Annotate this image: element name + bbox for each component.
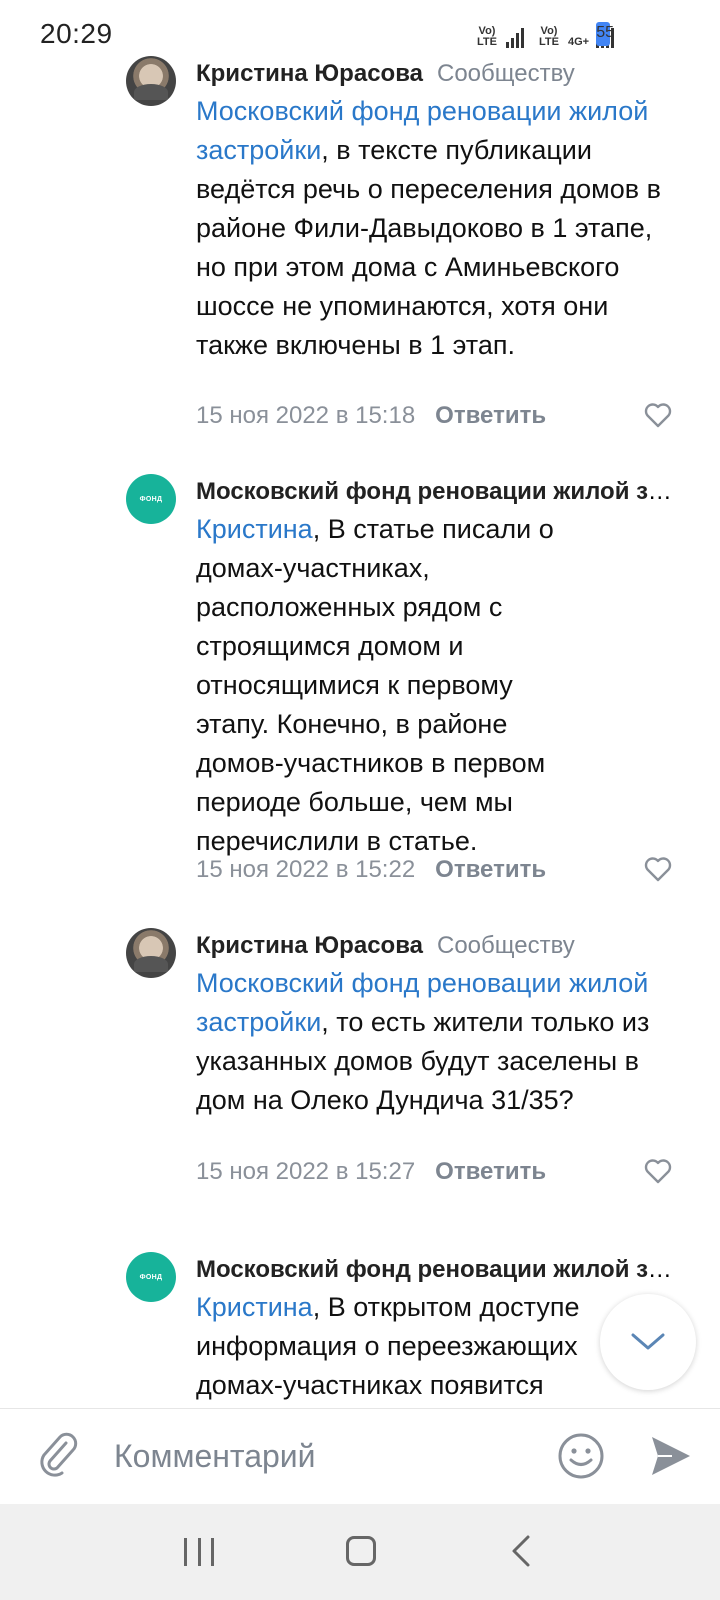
fund-logo-icon: ФОНД: [139, 1273, 163, 1281]
home-icon[interactable]: [346, 1536, 376, 1566]
avatar[interactable]: [126, 928, 176, 978]
comment-author[interactable]: Кристина Юрасова: [196, 932, 423, 959]
comment-author[interactable]: Московский фонд реновации жилой застройк…: [196, 1256, 684, 1283]
volte-sim1-icon: Vo) LTE: [477, 25, 497, 48]
paperclip-icon[interactable]: [36, 1429, 80, 1479]
recent-apps-icon[interactable]: [184, 1538, 214, 1566]
comment-header: Московский фонд реновации жилой застройк…: [196, 1256, 684, 1284]
heart-icon[interactable]: [644, 1158, 672, 1184]
comment-target: Сообществу: [436, 60, 575, 87]
comment-body: , в тексте публикации ведётся речь о пер…: [196, 135, 661, 360]
comment-body: , В статье писали о домах-участниках, ра…: [196, 514, 554, 856]
reply-button[interactable]: Ответить: [435, 402, 546, 429]
avatar[interactable]: ФОНД: [126, 1252, 176, 1302]
smiley-icon[interactable]: [556, 1431, 606, 1481]
comment-header: Кристина Юрасова Сообществу: [196, 932, 684, 960]
status-bar: 20:29 Vo) LTE Vo) LTE 4G+ 55: [0, 0, 720, 56]
comment-meta: 15 ноя 2022 в 15:18 Ответить: [196, 402, 546, 430]
comment-input[interactable]: [114, 1433, 534, 1479]
fund-logo-icon: ФОНД: [139, 495, 163, 503]
signal-sim1-icon: [506, 26, 524, 48]
network-type-icon: 4G+: [568, 36, 590, 48]
comment-text: Московский фонд реновации жилой застройк…: [196, 92, 666, 365]
comment-date: 15 ноя 2022 в 15:18: [196, 402, 416, 429]
reply-button[interactable]: Ответить: [435, 1158, 546, 1185]
heart-icon[interactable]: [644, 856, 672, 882]
comment-header: Московский фонд реновации жилой застройк…: [196, 478, 684, 506]
send-icon[interactable]: [648, 1433, 694, 1479]
volte-sim2-icon: Vo) LTE: [539, 25, 559, 48]
comment-target: Сообществу: [436, 932, 575, 959]
comment-header: Кристина Юрасова Сообществу: [196, 60, 684, 88]
heart-icon[interactable]: [644, 402, 672, 428]
reply-button[interactable]: Ответить: [435, 856, 546, 883]
comment-meta: 15 ноя 2022 в 15:22 Ответить: [196, 856, 546, 884]
mention-link[interactable]: Кристина: [196, 1292, 313, 1322]
mention-link[interactable]: Кристина: [196, 514, 313, 544]
status-time: 20:29: [40, 18, 113, 49]
system-nav-bar: [0, 1504, 720, 1600]
comment-meta: 15 ноя 2022 в 15:27 Ответить: [196, 1158, 546, 1186]
comment-text: Кристина, В открытом доступе информация …: [196, 1288, 616, 1405]
battery-percent: 55: [596, 24, 614, 41]
comment-author[interactable]: Кристина Юрасова: [196, 60, 423, 87]
comment-date: 15 ноя 2022 в 15:27: [196, 1158, 416, 1185]
comment-text: Московский фонд реновации жилой застройк…: [196, 964, 686, 1120]
scroll-down-button[interactable]: [600, 1294, 696, 1390]
comment-text: Кристина, В статье писали о домах-участн…: [196, 510, 586, 861]
back-icon[interactable]: [506, 1534, 536, 1568]
avatar[interactable]: [126, 56, 176, 106]
comment-date: 15 ноя 2022 в 15:22: [196, 856, 416, 883]
avatar[interactable]: ФОНД: [126, 474, 176, 524]
comment-composer: [0, 1408, 720, 1504]
chevron-down-icon: [631, 1333, 665, 1350]
comment-author[interactable]: Московский фонд реновации жилой застройк…: [196, 478, 684, 505]
